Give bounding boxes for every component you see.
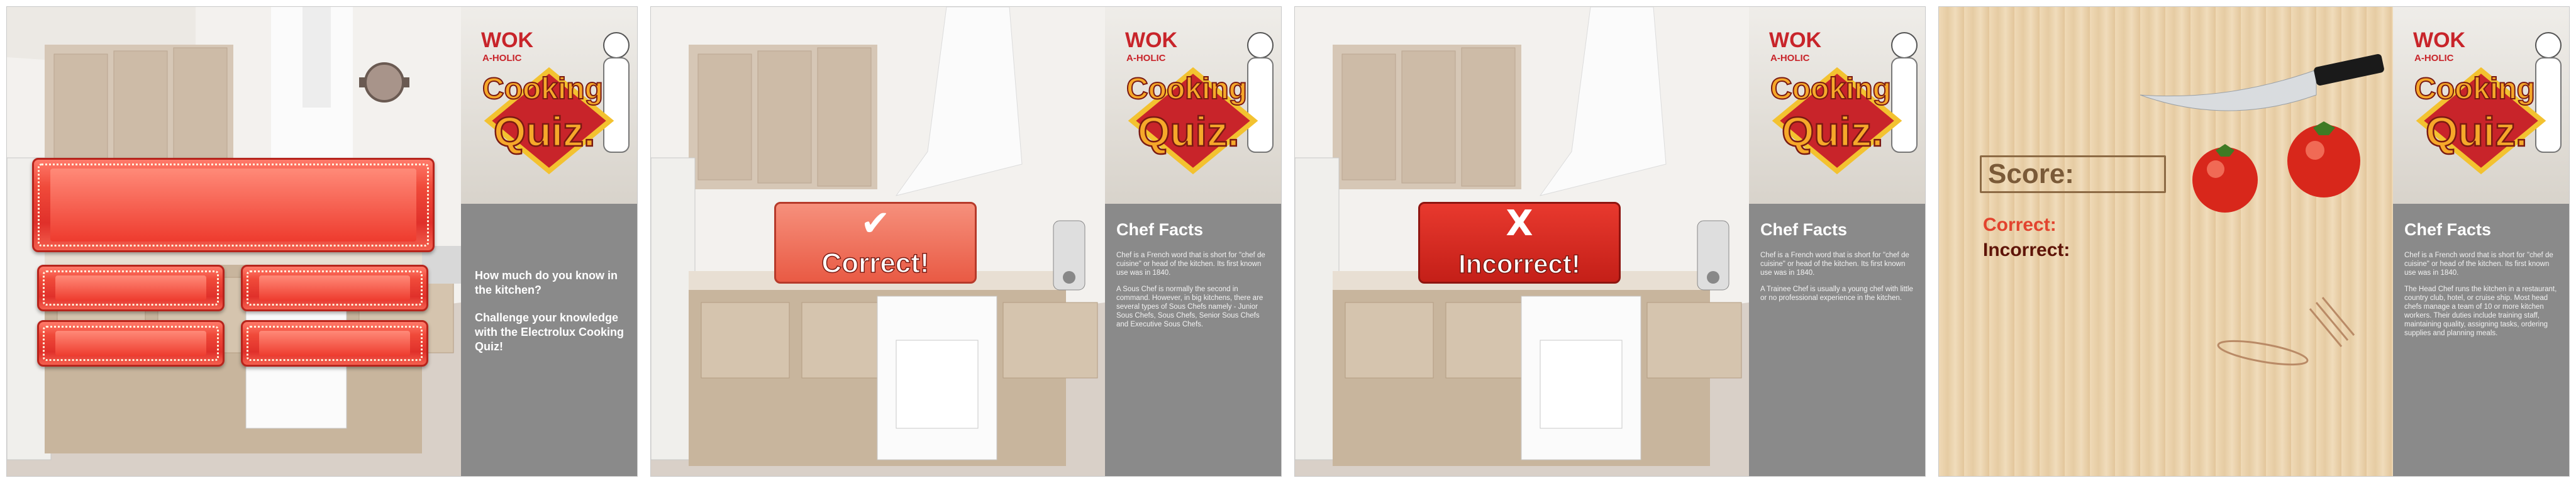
logo-brand: WOK	[1769, 28, 1822, 52]
sidebar: WOK A-HOLIC Cooking Quiz. How much do yo…	[461, 7, 637, 476]
logo-brand: WOK	[2413, 28, 2466, 52]
correct-result-banner: ✔ Correct!	[774, 202, 977, 284]
cutting-board-scene: Score: Correct: Incorrect:	[1939, 7, 2393, 476]
chef-facts-area: Chef Facts Chef is a French word that is…	[1749, 204, 1925, 476]
logo-brand: WOK	[1125, 28, 1178, 52]
logo-title-line1: Cooking	[1126, 72, 1247, 106]
incorrect-count-label: Incorrect:	[1983, 240, 2070, 260]
incorrect-screen: X Incorrect! WOK A-HOLIC Cooking Quiz. C…	[1294, 6, 1926, 477]
answer-button-a[interactable]	[37, 265, 225, 311]
logo-brand-sub: A-HOLIC	[1770, 53, 1810, 64]
logo-brand-sub: A-HOLIC	[482, 53, 522, 64]
sidebar: WOK A-HOLIC Cooking Quiz. Chef Facts Che…	[2393, 7, 2569, 476]
logo-title-line1: Cooking	[1770, 72, 1891, 106]
score-label: Score:	[1988, 158, 2074, 189]
cooking-quiz-logo: WOK A-HOLIC Cooking Quiz.	[2413, 28, 2562, 175]
cross-icon: X	[1506, 203, 1533, 244]
intro-question: How much do you know in the kitchen?	[475, 269, 618, 296]
facts-paragraph-1: Chef is a French word that is short for …	[1760, 252, 1909, 277]
facts-paragraph-1: Chef is a French word that is short for …	[1116, 252, 1265, 277]
intro-challenge: Challenge your knowledge with the Electr…	[475, 311, 625, 353]
logo-title-line2: Quiz.	[1782, 108, 1883, 155]
quiz-screens-strip: WOK A-HOLIC Cooking Quiz. How much do yo…	[0, 0, 2576, 483]
correct-count-label: Correct:	[1983, 214, 2057, 235]
facts-title: Chef Facts	[1116, 220, 1204, 239]
logo-area: WOK A-HOLIC Cooking Quiz.	[461, 7, 637, 204]
cooking-quiz-logo: WOK A-HOLIC Cooking Quiz.	[1125, 28, 1274, 175]
logo-title-line2: Quiz.	[1138, 108, 1239, 155]
result-label: Correct!	[821, 247, 930, 279]
incorrect-result-banner: X Incorrect!	[1418, 202, 1621, 284]
logo-brand-sub: A-HOLIC	[1126, 53, 1166, 64]
facts-paragraph-2: A Sous Chef is normally the second in co…	[1116, 286, 1263, 328]
intro-screen: WOK A-HOLIC Cooking Quiz. How much do yo…	[6, 6, 638, 477]
logo-title-line2: Quiz.	[494, 108, 595, 155]
sidebar: WOK A-HOLIC Cooking Quiz. Chef Facts Che…	[1749, 7, 1925, 476]
logo-brand: WOK	[481, 28, 534, 52]
sidebar: WOK A-HOLIC Cooking Quiz. Chef Facts Che…	[1105, 7, 1281, 476]
correct-screen: ✔ Correct! WOK A-HOLIC Cooking Quiz. Che…	[650, 6, 1282, 477]
answer-button-b[interactable]	[241, 265, 428, 311]
facts-paragraph-2: The Head Chef runs the kitchen in a rest…	[2404, 286, 2557, 337]
score-screen: Score: Correct: Incorrect: WOK A-HOLIC C…	[1938, 6, 2570, 477]
intro-text-area: How much do you know in the kitchen? Cha…	[461, 204, 637, 476]
facts-paragraph-1: Chef is a French word that is short for …	[2404, 252, 2553, 277]
facts-title: Chef Facts	[1760, 220, 1848, 239]
logo-area: WOK A-HOLIC Cooking Quiz.	[1105, 7, 1281, 204]
question-marquee	[32, 158, 435, 252]
logo-title-line2: Quiz.	[2426, 108, 2527, 155]
logo-brand-sub: A-HOLIC	[2414, 53, 2454, 64]
result-label: Incorrect!	[1458, 248, 1580, 279]
logo-title-line1: Cooking	[2414, 72, 2535, 106]
cooking-quiz-logo: WOK A-HOLIC Cooking Quiz.	[481, 28, 630, 175]
kitchen-scene: ✔ Correct!	[651, 7, 1105, 476]
score-box: Score:	[1980, 155, 2166, 193]
answer-button-d[interactable]	[241, 320, 428, 367]
kitchen-scene	[7, 7, 461, 476]
logo-title-line1: Cooking	[482, 72, 603, 106]
chef-facts-area: Chef Facts Chef is a French word that is…	[2393, 204, 2569, 476]
kitchen-scene: X Incorrect!	[1295, 7, 1749, 476]
logo-area: WOK A-HOLIC Cooking Quiz.	[1749, 7, 1925, 204]
checkmark-icon: ✔	[860, 203, 891, 244]
logo-area: WOK A-HOLIC Cooking Quiz.	[2393, 7, 2569, 204]
chef-facts-area: Chef Facts Chef is a French word that is…	[1105, 204, 1281, 476]
facts-title: Chef Facts	[2404, 220, 2492, 239]
facts-paragraph-2: A Trainee Chef is usually a young chef w…	[1760, 286, 1913, 302]
cooking-quiz-logo: WOK A-HOLIC Cooking Quiz.	[1769, 28, 1918, 175]
answer-button-c[interactable]	[37, 320, 225, 367]
